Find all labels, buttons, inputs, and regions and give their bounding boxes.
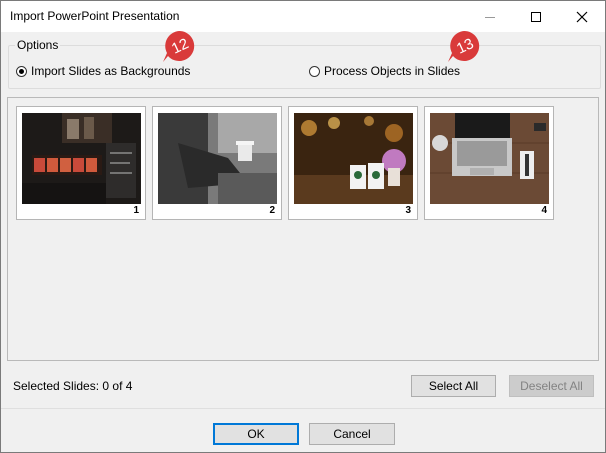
options-legend: Options	[15, 38, 61, 52]
maximize-button[interactable]	[513, 1, 559, 32]
radio-import-backgrounds-label: Import Slides as Backgrounds	[31, 64, 191, 78]
minimize-button[interactable]	[467, 1, 513, 32]
cancel-button[interactable]: Cancel	[309, 423, 395, 445]
deselect-all-button[interactable]: Deselect All	[509, 375, 594, 397]
slide-image-coffee-cups	[294, 113, 413, 204]
radio-checked-icon	[16, 65, 27, 77]
select-all-button[interactable]: Select All	[411, 375, 496, 397]
slide-image-coffee-hand	[158, 113, 277, 204]
slide-thumbnail[interactable]: 2	[152, 106, 282, 220]
radio-import-backgrounds[interactable]: Import Slides as Backgrounds	[16, 64, 190, 78]
footer-separator	[1, 408, 605, 409]
slide-thumbnail[interactable]: 4	[424, 106, 554, 220]
import-dialog: Import PowerPoint Presentation Options I…	[0, 0, 606, 453]
window-title: Import PowerPoint Presentation	[10, 9, 180, 23]
slide-number: 1	[133, 205, 139, 216]
radio-process-objects[interactable]: Process Objects in Slides	[309, 64, 460, 78]
radio-process-objects-label: Process Objects in Slides	[324, 64, 461, 78]
slide-number: 3	[405, 205, 411, 216]
callout-badge-12: 12	[163, 30, 195, 62]
radio-unchecked-icon	[309, 65, 320, 77]
slide-thumbnail[interactable]: 3	[288, 106, 418, 220]
close-button[interactable]	[559, 1, 605, 32]
slide-image-coffee-sign	[22, 113, 141, 204]
slide-thumbnail[interactable]: 1	[16, 106, 146, 220]
ok-button[interactable]: OK	[213, 423, 299, 445]
slide-image-laptop-desk	[430, 113, 549, 204]
selected-slides-label: Selected Slides: 0 of 4	[13, 379, 133, 393]
callout-badge-13: 13	[448, 30, 480, 62]
close-icon	[576, 11, 588, 22]
slide-thumbnails-panel: 1 2 3 4	[7, 97, 599, 361]
slide-number: 2	[269, 205, 275, 216]
maximize-icon	[531, 11, 541, 22]
title-bar: Import PowerPoint Presentation	[1, 1, 605, 32]
minimize-icon	[485, 16, 495, 18]
slide-number: 4	[541, 205, 547, 216]
